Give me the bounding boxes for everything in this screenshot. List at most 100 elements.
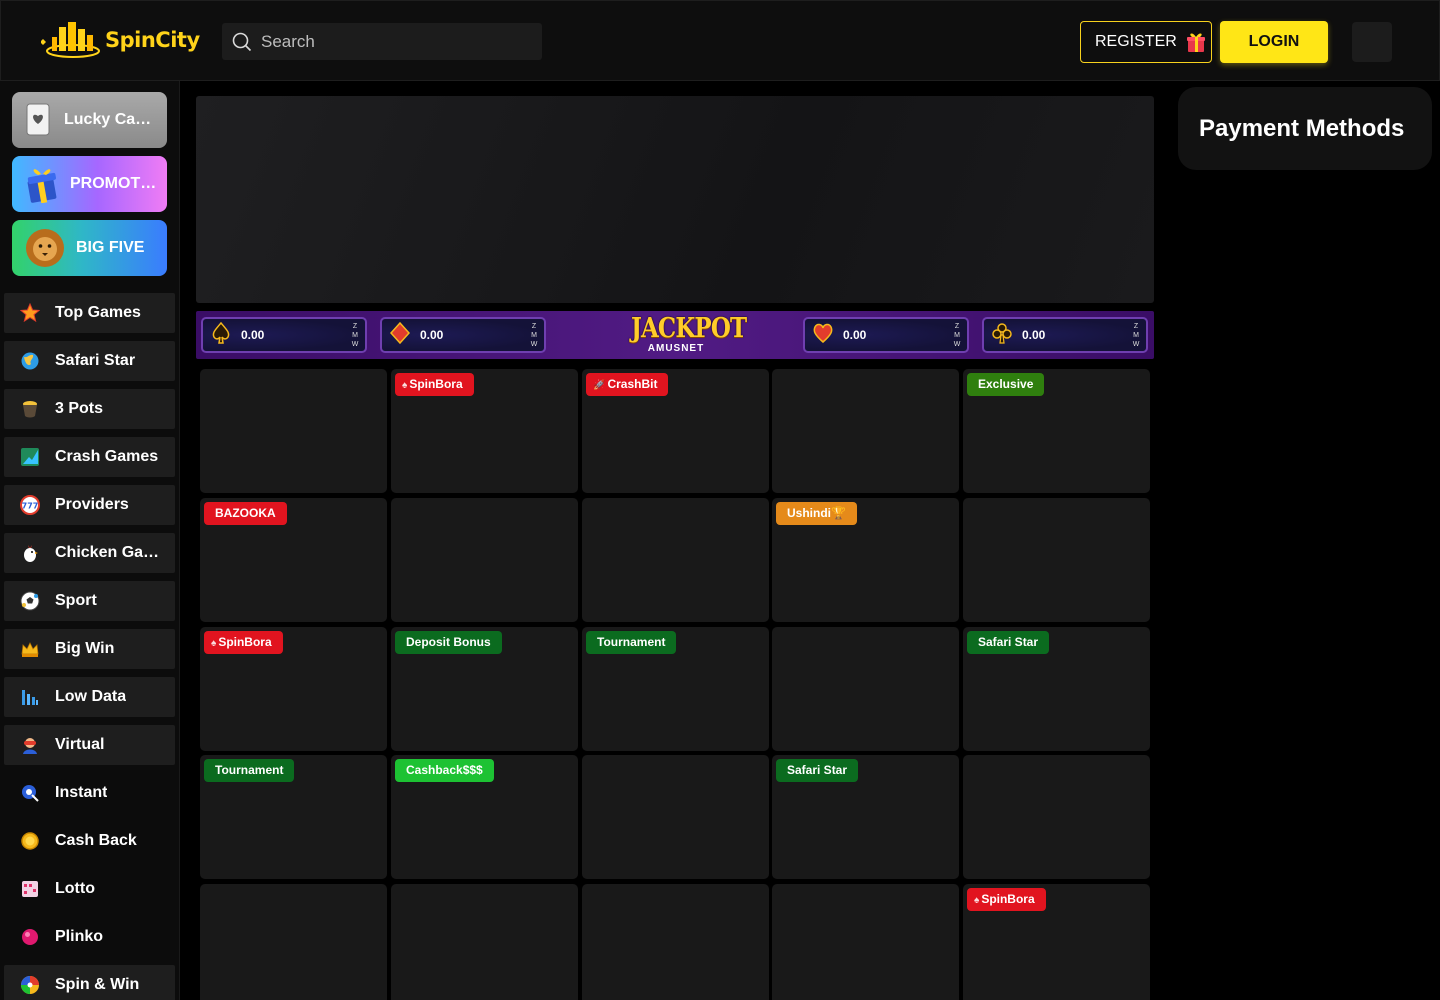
sidebar-item-top-games[interactable]: Top Games: [4, 293, 175, 333]
badge-label: SpinBora: [409, 377, 463, 391]
game-tile[interactable]: ♠ SpinBora: [391, 369, 578, 493]
game-tile[interactable]: [582, 498, 769, 622]
vr-icon: [19, 735, 40, 756]
login-button[interactable]: LOGIN: [1220, 21, 1328, 63]
hero-banner[interactable]: [196, 96, 1154, 303]
lotto-ticket-icon: [19, 879, 40, 900]
badge-label: Safari Star: [978, 635, 1039, 649]
game-tile[interactable]: [200, 884, 387, 1000]
game-tile[interactable]: [772, 369, 959, 493]
game-tile[interactable]: [200, 369, 387, 493]
jackpot-currency: ZMW: [351, 323, 359, 348]
game-tile[interactable]: ♠ SpinBora: [963, 884, 1150, 1000]
badge-label: Safari Star: [787, 763, 848, 777]
sidebar-item-label: Providers: [55, 496, 129, 513]
game-tile[interactable]: Safari Star: [963, 627, 1150, 751]
promo-promotions[interactable]: PROMOTIONS: [12, 156, 167, 212]
game-badge: Tournament: [586, 631, 677, 654]
game-tile[interactable]: Tournament: [200, 755, 387, 879]
sidebar-item-low-data[interactable]: Low Data: [4, 677, 175, 717]
game-tile[interactable]: [963, 755, 1150, 879]
badge-label: CrashBit: [607, 377, 658, 391]
promo-lucky-cards[interactable]: Lucky Cards: [12, 92, 167, 148]
sidebar-item-instant[interactable]: Instant: [4, 773, 175, 813]
sidebar-item-cash-back[interactable]: Cash Back: [4, 821, 175, 861]
sidebar-item-chicken-games[interactable]: Chicken Games: [4, 533, 175, 573]
wheel-icon: [19, 975, 40, 996]
crown-icon: [19, 639, 40, 660]
globe-icon: [19, 351, 40, 372]
promo-big-five[interactable]: BIG FIVE: [12, 220, 167, 276]
sidebar-item-3-pots[interactable]: 3 Pots: [4, 389, 175, 429]
promo-label: Lucky Cards: [64, 111, 154, 128]
city-logo-icon: [41, 22, 100, 58]
slot-777-icon: 777: [19, 495, 40, 516]
menu-button[interactable]: [1352, 22, 1392, 62]
jackpot-value: 0.00: [241, 328, 265, 342]
payment-methods-panel[interactable]: Payment Methods: [1178, 87, 1432, 170]
game-badge: ♠ SpinBora: [967, 888, 1046, 911]
svg-text:777: 777: [21, 502, 38, 511]
sidebar-item-spin-win[interactable]: Spin & Win: [4, 965, 175, 1000]
game-badge: Ushindi🏆: [776, 502, 857, 525]
register-button[interactable]: REGISTER: [1080, 21, 1212, 63]
badge-label: Tournament: [215, 763, 284, 777]
game-tile[interactable]: Cashback$$$: [391, 755, 578, 879]
star-icon: [19, 303, 40, 324]
game-tile[interactable]: Ushindi🏆: [772, 498, 959, 622]
plinko-ball-icon: [19, 927, 40, 948]
game-tile[interactable]: [391, 498, 578, 622]
game-tile[interactable]: [963, 498, 1150, 622]
sidebar-item-label: Spin & Win: [55, 976, 140, 993]
heart-icon: [813, 322, 833, 348]
sidebar-item-label: Plinko: [55, 928, 104, 945]
game-badge: Cashback$$$: [395, 759, 494, 782]
sidebar-item-plinko[interactable]: Plinko: [4, 917, 175, 957]
badge-label: Exclusive: [978, 377, 1034, 391]
game-tile[interactable]: [772, 627, 959, 751]
jackpot-pot-spade: 0.00 ZMW: [201, 317, 367, 353]
chicken-icon: [19, 543, 40, 564]
jackpot-title: JACKPOT: [630, 313, 747, 344]
game-tile[interactable]: ♠ SpinBora: [200, 627, 387, 751]
sidebar-item-label: Big Win: [55, 640, 115, 657]
badge-icon: ♠: [211, 638, 217, 649]
sidebar-item-sport[interactable]: Sport: [4, 581, 175, 621]
jackpot-currency: ZMW: [953, 323, 961, 348]
gift-icon: [1186, 33, 1205, 52]
sidebar-item-big-win[interactable]: Big Win: [4, 629, 175, 669]
crash-chart-icon: [19, 447, 40, 468]
game-tile[interactable]: Tournament: [582, 627, 769, 751]
sidebar-item-crash-games[interactable]: Crash Games: [4, 437, 175, 477]
sidebar-item-label: Lotto: [55, 880, 95, 897]
jackpot-currency: ZMW: [530, 323, 538, 348]
game-tile[interactable]: [391, 884, 578, 1000]
sidebar-item-virtual[interactable]: Virtual: [4, 725, 175, 765]
spade-icon: [211, 321, 231, 348]
game-tile[interactable]: [582, 755, 769, 879]
search-bar[interactable]: [222, 23, 542, 60]
game-badge: 🚀 CrashBit: [586, 373, 669, 396]
search-input[interactable]: [261, 31, 531, 52]
sidebar-item-label: Instant: [55, 784, 108, 801]
coin-icon: [19, 831, 40, 852]
game-tile[interactable]: Safari Star: [772, 755, 959, 879]
sidebar-item-safari-star[interactable]: Safari Star: [4, 341, 175, 381]
game-tile[interactable]: [582, 884, 769, 1000]
jackpot-value: 0.00: [1022, 328, 1046, 342]
game-tile[interactable]: Deposit Bonus: [391, 627, 578, 751]
game-tile[interactable]: 🚀 CrashBit: [582, 369, 769, 493]
game-tile[interactable]: Exclusive: [963, 369, 1150, 493]
badge-label: Deposit Bonus: [406, 635, 491, 649]
logo[interactable]: SpinCity: [41, 19, 203, 61]
promo-label: PROMOTIONS: [70, 175, 160, 192]
badge-label: Ushindi🏆: [787, 506, 846, 520]
game-tile[interactable]: [772, 884, 959, 1000]
jackpot-pot-diamond: 0.00 ZMW: [380, 317, 546, 353]
sidebar-item-providers[interactable]: 777 Providers: [4, 485, 175, 525]
sidebar-item-lotto[interactable]: Lotto: [4, 869, 175, 909]
sidebar-item-label: Chicken Games: [55, 544, 163, 561]
game-tile[interactable]: BAZOOKA: [200, 498, 387, 622]
game-badge: Safari Star: [967, 631, 1050, 654]
badge-icon: ♠: [974, 895, 980, 906]
